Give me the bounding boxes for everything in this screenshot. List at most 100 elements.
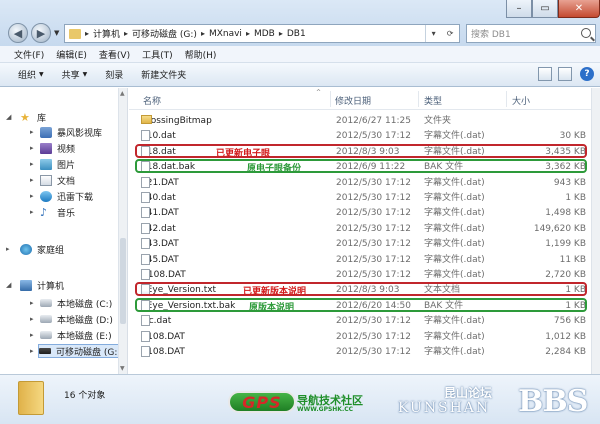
search-icon[interactable] [581,28,591,38]
table-row[interactable]: 141.DAT 2012/5/30 17:12 字幕文件(.dat) 1,498 KB [141,207,586,219]
menu-tools[interactable]: 工具(T) [142,48,173,61]
address-actions: ▾ ⟳ [425,25,459,42]
forward-button[interactable]: ▶ [31,23,51,43]
collapse-icon[interactable]: ◢ [6,113,11,121]
scroll-down-icon[interactable]: ▼ [120,365,125,372]
sidebar-item-drive-e[interactable]: 本地磁盘 (E:) [40,328,112,342]
expand-icon[interactable]: ▸ [30,299,34,307]
breadcrumb-separator[interactable]: ▸ [124,29,128,38]
column-date[interactable]: 修改日期 [335,94,371,107]
expand-icon[interactable]: ▸ [6,245,10,253]
breadcrumb-separator[interactable]: ▸ [246,29,250,38]
recent-pages-dropdown[interactable]: ▼ [54,29,59,37]
sidebar-item-library[interactable]: ★ 库 [20,110,46,124]
refresh-icon[interactable]: ⟳ [447,29,454,38]
menu-help[interactable]: 帮助(H) [185,48,217,61]
expand-icon[interactable]: ▸ [30,331,34,339]
new-folder-button[interactable]: 新建文件夹 [141,68,186,81]
breadcrumb-db1[interactable]: DB1 [287,29,306,39]
breadcrumb-removable-disk[interactable]: 可移动磁盘 (G:) [132,27,197,40]
column-size[interactable]: 大小 [512,94,530,107]
sidebar-item-videos[interactable]: 视频 [40,141,75,155]
breadcrumb-mxnavi[interactable]: MXnavi [209,29,242,39]
sidebar-item-computer[interactable]: 计算机 [20,278,64,292]
back-button[interactable]: ◀ [8,23,28,43]
maximize-button[interactable]: ▭ [532,0,558,18]
chevron-down-icon: ▼ [39,71,44,78]
breadcrumb-separator[interactable]: ▸ [85,29,89,38]
menu-file[interactable]: 文件(F) [14,48,44,61]
collapse-icon[interactable]: ◢ [6,281,11,289]
table-row[interactable]: 145.DAT 2012/5/30 17:12 字幕文件(.dat) 11 KB [141,253,586,266]
expand-icon[interactable]: ▸ [30,128,34,136]
navigation-pane: ◢ ★ 库 ▸ 暴风影视库 ▸ 视频 ▸ 图片 ▸ 文档 ▸ 迅雷下载 ▸ ♪ 音乐… [0,88,128,374]
column-divider[interactable] [330,91,331,107]
table-row[interactable]: Z108.DAT 2012/5/30 17:12 字幕文件(.dat) 2,284 K… [141,346,586,358]
menu-view[interactable]: 查看(V) [99,48,130,61]
table-row[interactable]: Pic.dat 2012/5/30 17:12 字幕文件(.dat) 756 KB [141,315,586,327]
expand-icon[interactable]: ▸ [30,208,34,216]
annotation-backup-version: 原版本说明 [249,303,295,313]
file-name-cell: X108.DAT [141,330,185,343]
expand-icon[interactable]: ▸ [30,176,34,184]
table-row[interactable]: 121.DAT 2012/5/30 17:12 字幕文件(.dat) 943 KB [141,176,586,189]
close-button[interactable]: ✕ [558,0,600,18]
burn-button[interactable]: 刻录 [105,68,123,81]
sidebar-item-documents[interactable]: 文档 [40,173,75,187]
folder-icon [18,381,44,415]
file-list-scrollbar[interactable] [591,88,600,374]
expand-icon[interactable]: ▸ [30,315,34,323]
menu-edit[interactable]: 编辑(E) [56,48,87,61]
table-row[interactable]: X108.DAT 2012/5/30 17:12 字幕文件(.dat) 1,012 K… [141,330,586,343]
breadcrumb-separator[interactable]: ▸ [201,29,205,38]
navigation-scrollbar[interactable]: ▲ ▼ [118,88,127,374]
expand-icon[interactable]: ▸ [30,347,34,355]
sidebar-item-pictures[interactable]: 图片 [40,157,75,171]
table-row[interactable]: D108.DAT 2012/5/30 17:12 字幕文件(.dat) 2,720 K… [141,269,586,281]
table-row[interactable]: 142.dat 2012/5/30 17:12 字幕文件(.dat) 149,620 … [141,222,586,235]
sidebar-item-thunder[interactable]: 迅雷下载 [40,189,93,203]
file-name-cell: Pic.dat [141,315,171,327]
hard-drive-icon [40,315,52,323]
column-name[interactable]: 名称 [143,94,161,107]
preview-pane-icon[interactable] [558,67,572,81]
scroll-up-icon[interactable]: ▲ [120,90,125,97]
file-icon [141,315,150,327]
table-row[interactable]: 143.DAT 2012/5/30 17:12 字幕文件(.dat) 1,199 KB [141,238,586,250]
file-list: ^ 名称 修改日期 类型 大小 CrossingBitmap 2012/6/27 … [129,88,600,374]
expand-icon[interactable]: ▸ [30,160,34,168]
scrollbar-thumb[interactable] [120,238,126,324]
sidebar-item-homegroup[interactable]: 家庭组 [20,242,64,256]
search-box[interactable]: 搜索 DB1 [466,24,596,43]
sidebar-item-baofeng[interactable]: 暴风影视库 [40,125,102,139]
address-bar[interactable]: ▸ 计算机 ▸ 可移动磁盘 (G:) ▸ MXnavi ▸ MDB ▸ DB1 … [64,24,460,43]
column-type[interactable]: 类型 [424,94,442,107]
back-arrow-icon: ◀ [13,26,23,40]
help-icon[interactable]: ? [580,67,594,81]
share-button[interactable]: 共享 ▼ [62,68,88,81]
view-mode-icon[interactable] [538,67,552,81]
file-type: 字幕文件(.dat) [424,208,485,219]
address-history-dropdown[interactable]: ▾ [432,29,436,38]
file-date: 2012/5/30 17:12 [336,316,411,327]
expand-icon[interactable]: ▸ [30,192,34,200]
minimize-button[interactable]: – [506,0,532,18]
search-input[interactable]: 搜索 DB1 [471,27,511,40]
sidebar-item-drive-c[interactable]: 本地磁盘 (C:) [40,296,112,310]
table-row[interactable]: CrossingBitmap 2012/6/27 11:25 文件夹 [141,115,586,127]
file-name-cell: Z108.DAT [141,346,185,358]
column-divider[interactable] [418,91,419,107]
table-row[interactable]: 110.dat 2012/5/30 17:12 字幕文件(.dat) 30 KB [141,130,586,142]
sidebar-item-music[interactable]: ♪ 音乐 [40,205,75,219]
sidebar-item-drive-g[interactable]: 可移动磁盘 (G:) [38,344,126,358]
breadcrumb-separator[interactable]: ▸ [279,29,283,38]
organize-button[interactable]: 组织 ▼ [18,68,44,81]
folder-icon [141,115,152,124]
breadcrumb-mdb[interactable]: MDB [254,29,275,39]
sidebar-item-drive-d[interactable]: 本地磁盘 (D:) [40,312,113,326]
file-type: 字幕文件(.dat) [424,331,485,342]
breadcrumb-computer[interactable]: 计算机 [93,27,120,40]
column-divider[interactable] [506,91,507,107]
table-row[interactable]: 140.dat 2012/5/30 17:12 字幕文件(.dat) 1 KB [141,192,586,204]
expand-icon[interactable]: ▸ [30,144,34,152]
